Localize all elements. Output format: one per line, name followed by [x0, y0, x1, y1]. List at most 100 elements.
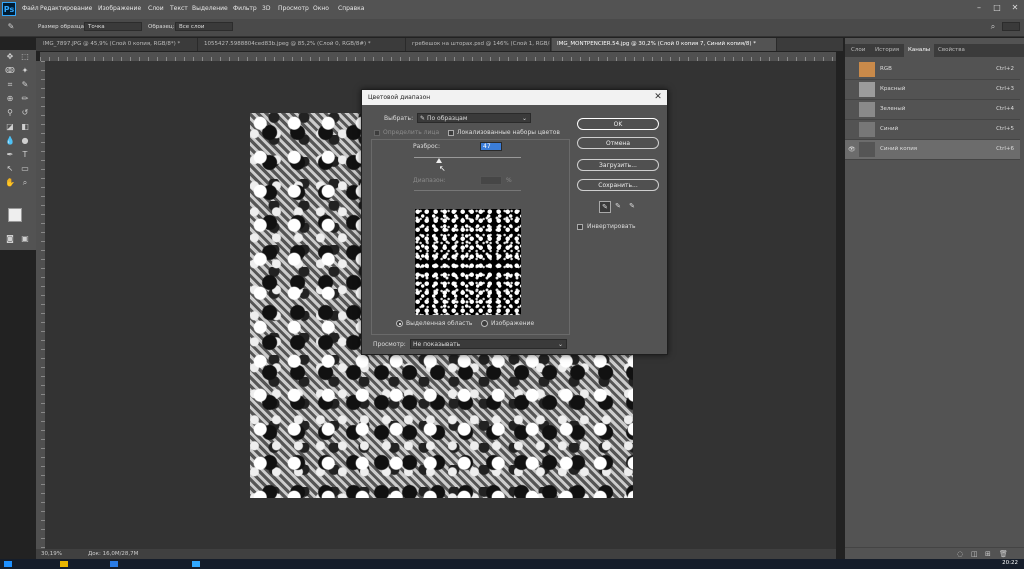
menu-help[interactable]: Справка — [338, 5, 364, 12]
invert-label: Инвертировать — [587, 223, 636, 230]
detect-faces-checkbox[interactable] — [374, 130, 380, 136]
browser-icon[interactable] — [110, 561, 118, 567]
menu-type[interactable]: Текст — [170, 5, 188, 12]
photoshop-taskbar-icon[interactable] — [192, 561, 200, 567]
search-icon[interactable]: ⌕ — [988, 22, 998, 32]
cancel-button[interactable]: Отмена — [577, 137, 659, 149]
healing-brush-icon[interactable]: ⊕ — [5, 94, 15, 104]
photoshop-logo[interactable]: Ps — [2, 2, 16, 16]
tab-channels[interactable]: Каналы — [904, 44, 935, 57]
channel-shortcut: Ctrl+6 — [996, 146, 1014, 152]
foreground-color-swatch[interactable] — [8, 208, 22, 222]
menu-image[interactable]: Изображение — [98, 5, 141, 12]
channel-row[interactable]: 👁 Синий копия Ctrl+6 — [845, 140, 1020, 160]
screen-mode-icon[interactable]: ▣ — [20, 234, 30, 244]
sample-size-dropdown[interactable]: Точка — [84, 22, 142, 31]
preview-value: Не показывать — [413, 341, 461, 348]
lasso-tool-icon[interactable]: ↂ — [5, 66, 15, 76]
channel-row[interactable]: RGB Ctrl+2 — [845, 60, 1020, 80]
tab-layers[interactable]: Слои — [847, 44, 869, 57]
tab-greb[interactable]: гребешок на шторах.psd @ 146% (Слой 1, R… — [407, 38, 551, 51]
load-selection-icon[interactable]: ◌ — [957, 550, 963, 558]
eraser-tool-icon[interactable]: ◪ — [5, 122, 15, 132]
channel-name: Синий копия — [880, 146, 918, 152]
new-channel-icon[interactable]: ⊞ — [985, 550, 991, 558]
detect-faces-label: Определить лица — [383, 129, 440, 136]
crop-tool-icon[interactable]: ⌗ — [5, 80, 15, 90]
localized-checkbox[interactable] — [448, 130, 454, 136]
paint-bucket-icon[interactable]: ◧ — [20, 122, 30, 132]
type-tool-icon[interactable]: T — [20, 150, 30, 160]
hand-tool-icon[interactable]: ✋ — [5, 178, 15, 188]
sample-dropdown[interactable]: Все слои — [175, 22, 233, 31]
range-slider-track[interactable] — [414, 190, 521, 191]
close-icon[interactable]: ✕ — [653, 91, 663, 103]
selection-preview[interactable] — [415, 209, 521, 315]
ok-button[interactable]: OK — [577, 118, 659, 130]
cursor-icon: ↖ — [439, 164, 446, 173]
load-button[interactable]: Загрузить... — [577, 159, 659, 171]
sample-size-label: Размер образца: — [38, 24, 86, 30]
radio-selection[interactable] — [396, 320, 403, 327]
status-bar: 30,19% Док: 16,0M/28,7M — [36, 549, 836, 559]
pen-tool-icon[interactable]: ✒ — [5, 150, 15, 160]
tab-1055427[interactable]: 1055427.5988804ced83b.jpeg @ 85,2% (Слой… — [199, 38, 406, 51]
doc-size: Док: 16,0M/28,7M — [88, 551, 139, 557]
channel-thumbnail — [859, 82, 875, 97]
delete-channel-icon[interactable]: 🗑 — [999, 550, 1008, 558]
blur-tool-icon[interactable]: 💧 — [5, 136, 15, 146]
tab-img7897[interactable]: IMG_7897.JPG @ 45,9% (Слой 0 копия, RGB/… — [38, 38, 198, 51]
save-button[interactable]: Сохранить... — [577, 179, 659, 191]
invert-checkbox[interactable] — [577, 224, 583, 230]
radio-selection-label: Выделенная область — [406, 320, 473, 327]
eyedropper-icon[interactable]: ✎ — [6, 22, 16, 32]
path-select-icon[interactable]: ↖ — [5, 164, 15, 174]
channel-row[interactable]: Зеленый Ctrl+4 — [845, 100, 1020, 120]
clone-stamp-icon[interactable]: ⚲ — [5, 108, 15, 118]
visibility-icon[interactable]: 👁 — [848, 146, 856, 153]
range-input[interactable] — [480, 176, 502, 185]
fuzziness-slider-thumb[interactable] — [436, 158, 442, 163]
start-icon[interactable] — [4, 561, 12, 567]
radio-image-label: Изображение — [491, 320, 535, 327]
tab-properties[interactable]: Свойства — [934, 44, 969, 57]
menu-window[interactable]: Окно — [313, 5, 329, 12]
menu-layers[interactable]: Слои — [148, 5, 164, 12]
menu-view[interactable]: Просмотр — [278, 5, 309, 12]
eyedropper-minus-icon[interactable]: ✎ — [627, 201, 637, 211]
close-window-icon[interactable]: ✕ — [1008, 2, 1022, 14]
menu-select[interactable]: Выделение — [192, 5, 228, 12]
maximize-icon[interactable]: □ — [990, 2, 1004, 14]
localized-label: Локализованные наборы цветов — [457, 129, 560, 136]
zoom-tool-icon[interactable]: ⌕ — [20, 178, 30, 188]
workspace-dropdown[interactable] — [1002, 22, 1020, 31]
select-dropdown[interactable]: ✎ По образцам ⌄ — [417, 113, 531, 123]
quick-mask-icon[interactable]: ◙ — [5, 234, 15, 244]
tab-history[interactable]: История — [871, 44, 903, 57]
menu-filter[interactable]: Фильтр — [233, 5, 257, 12]
magic-wand-icon[interactable]: ✦ — [20, 66, 30, 76]
channel-row[interactable]: Синий Ctrl+5 — [845, 120, 1020, 140]
menu-file[interactable]: Файл — [22, 5, 39, 12]
tab-montpencier[interactable]: IMG_MONTPENCIER.54.jpg @ 30,2% (Слой 0 к… — [552, 38, 777, 51]
menu-edit[interactable]: Редактирование — [40, 5, 92, 12]
zoom-level[interactable]: 30,19% — [41, 549, 62, 559]
marquee-tool-icon[interactable]: ⬚ — [20, 52, 30, 62]
eyedropper-tool-icon[interactable]: ✎ — [20, 80, 30, 90]
eyedropper-plus-icon[interactable]: ✎ — [613, 201, 623, 211]
explorer-icon[interactable] — [60, 561, 68, 567]
radio-image[interactable] — [481, 320, 488, 327]
history-brush-icon[interactable]: ↺ — [20, 108, 30, 118]
fuzziness-input[interactable]: 47 — [480, 142, 502, 151]
channel-row[interactable]: Красный Ctrl+3 — [845, 80, 1020, 100]
brush-tool-icon[interactable]: ✏ — [20, 94, 30, 104]
menu-3d[interactable]: 3D — [262, 5, 270, 12]
move-tool-icon[interactable]: ✥ — [5, 52, 15, 62]
eyedropper-icon[interactable]: ✎ — [599, 201, 611, 213]
dodge-tool-icon[interactable]: ● — [20, 136, 30, 146]
rectangle-tool-icon[interactable]: ▭ — [20, 164, 30, 174]
save-selection-icon[interactable]: ◫ — [971, 550, 978, 558]
preview-dropdown[interactable]: Не показывать ⌄ — [410, 339, 567, 349]
fuzziness-slider-track[interactable] — [414, 157, 521, 158]
minimize-icon[interactable]: – — [972, 2, 986, 14]
